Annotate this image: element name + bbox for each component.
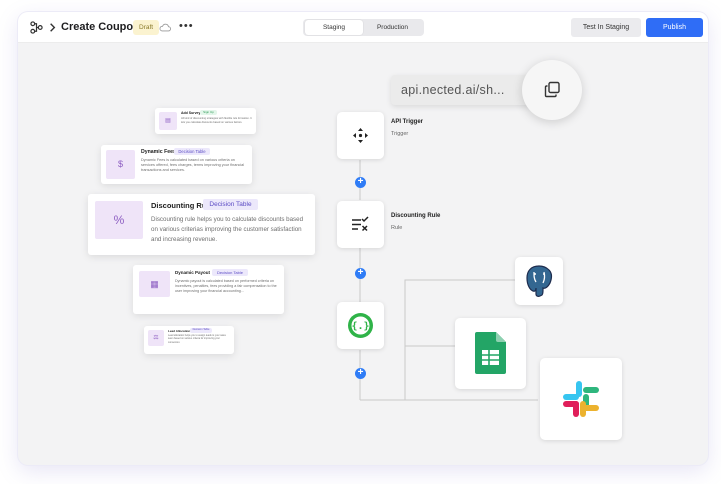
slack-icon [563,381,599,417]
api-trigger-label: API Trigger [391,119,424,125]
template-card-add-survey[interactable]: ▤ Add Survey Sign Up All kind of discoun… [155,108,256,134]
app-window: Create Coupon Draft ••• Staging Producti… [18,12,708,465]
card-description: Dynamic payout is calculated based on pe… [175,279,277,293]
payout-icon: ▦ [139,271,170,297]
api-url-text: api.nected.ai/sh... [401,83,505,97]
fees-icon: $ [106,150,135,179]
api-trigger-type: Trigger [391,131,409,137]
card-description: Dynamic Fees is calculated based on vari… [141,158,245,173]
card-tag: Decision Table [190,328,212,333]
postgresql-node[interactable] [515,257,563,305]
card-title: Add Survey [181,111,201,115]
add-step-button[interactable]: + [355,368,366,379]
card-description: All kind of discounting strategies with … [181,117,252,124]
discounting-rule-type: Rule [391,225,403,231]
svg-text:{.}: {.} [351,321,369,332]
copy-icon [544,81,560,98]
add-step-button[interactable]: + [355,177,366,188]
api-trigger-node[interactable] [337,112,384,159]
template-card-discounting-rule[interactable]: % Discounting Rule Decision Table Discou… [88,194,315,255]
card-description: Lead allocation helps you to assign lead… [168,334,226,344]
add-step-button[interactable]: + [355,268,366,279]
card-tag: Decision Table [203,199,258,210]
discounting-rule-node[interactable] [337,201,384,248]
card-description: Discounting rule helps you to calculate … [151,216,304,243]
card-title: Lead Allocation [168,329,191,333]
move-arrows-icon [353,128,368,143]
code-node[interactable]: {.} [337,302,384,349]
template-card-lead-allocation[interactable]: ⚖ Lead Allocation Decision Table Lead al… [144,326,234,354]
template-card-dynamic-payout[interactable]: ▦ Dynamic Payout Decision Table Dynamic … [133,265,284,314]
copy-url-button[interactable] [522,60,582,120]
card-title: Dynamic Payout [175,270,211,275]
postgresql-icon [526,265,552,297]
google-sheets-node[interactable] [455,318,526,389]
discounting-rule-label: Discounting Rule [391,213,441,219]
card-tag: Decision Table [174,148,210,155]
card-title: Dynamic Fees [141,149,176,155]
percent-icon: % [95,201,143,239]
google-sheets-icon [475,332,506,374]
rule-list-icon [352,216,369,232]
lead-icon: ⚖ [148,330,164,346]
card-tag: Decision Table [212,269,248,276]
card-tag: Sign Up [200,110,217,115]
code-braces-icon: {.} [348,313,373,338]
survey-icon: ▤ [159,112,177,130]
slack-node[interactable] [540,358,622,440]
template-card-dynamic-fees[interactable]: $ Dynamic Fees Decision Table Dynamic Fe… [101,145,252,184]
